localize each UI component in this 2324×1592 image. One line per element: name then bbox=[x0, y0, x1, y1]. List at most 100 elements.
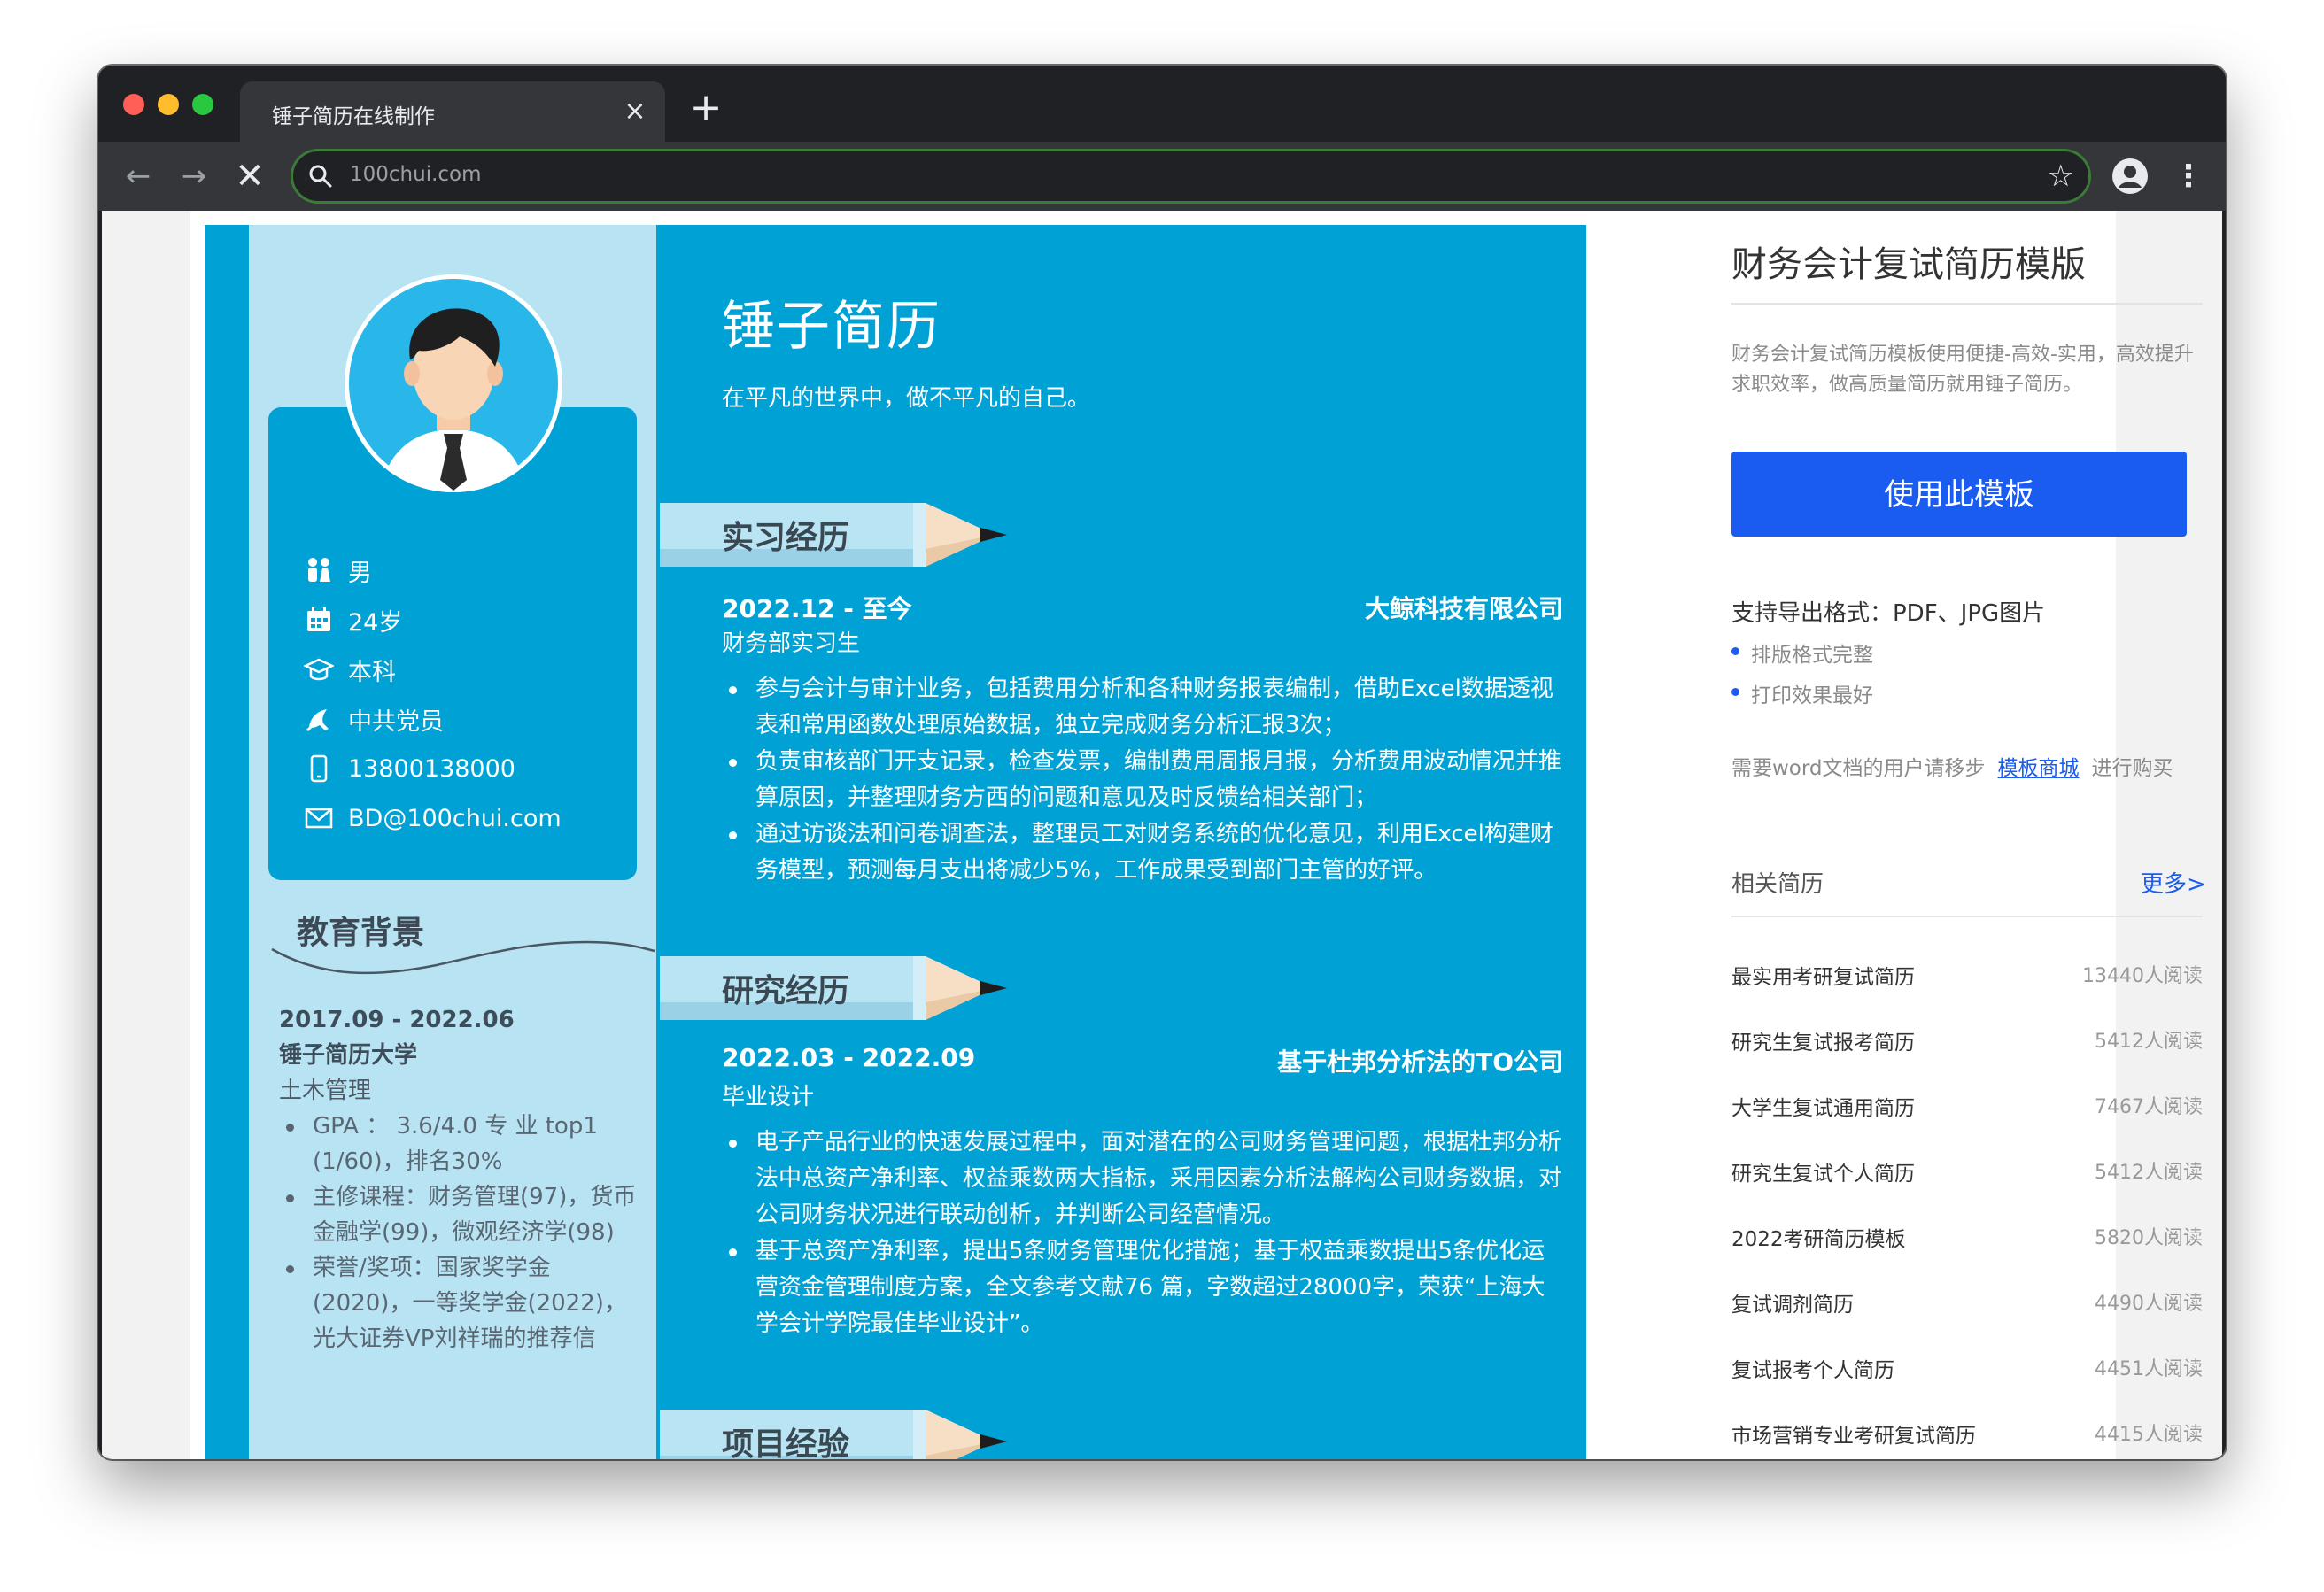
related-count: 5412人阅读 bbox=[2095, 1031, 2203, 1053]
new-tab-button[interactable]: + bbox=[683, 85, 729, 131]
word-note-suffix: 进行购买 bbox=[2091, 757, 2173, 780]
internship-list: 参与会计与审计业务，包括费用分析和各种财务报表编制，借助Excel数据透视表和常… bbox=[722, 671, 1563, 889]
related-name[interactable]: 2022考研简历模板 bbox=[1731, 1222, 1906, 1287]
wave-divider-icon bbox=[271, 940, 655, 975]
page-viewport: 男 24岁 本科 中共党员 13800138000 BD@100chui.com… bbox=[102, 211, 2222, 1459]
party-member-icon bbox=[306, 709, 329, 732]
education-list: GPA ： 3.6/4.0 专 业 top1 (1/60)，排名30% 主修课程… bbox=[279, 1109, 637, 1356]
forward-arrow-icon[interactable]: → bbox=[172, 154, 216, 198]
maximize-window-button[interactable] bbox=[192, 94, 213, 115]
personal-info-list: 男 24岁 本科 中共党员 13800138000 BD@100chui.com bbox=[304, 545, 623, 843]
use-template-button[interactable]: 使用此模板 bbox=[1731, 452, 2187, 537]
template-description: 财务会计复试简历模板使用便捷-高效-实用，高效提升求职效率，做高质量简历就用锤子… bbox=[1731, 344, 2194, 396]
related-count: 13440人阅读 bbox=[2082, 965, 2203, 987]
related-item[interactable]: 最实用考研复试简历 13440人阅读 bbox=[1731, 960, 2203, 1025]
related-item[interactable]: 大学生复试通用简历 7467人阅读 bbox=[1731, 1091, 2203, 1156]
graduation-cap-icon bbox=[304, 658, 334, 681]
related-name[interactable]: 市场营销专业考研复试简历 bbox=[1731, 1418, 1976, 1459]
related-item[interactable]: 研究生复试报考简历 5412人阅读 bbox=[1731, 1025, 2203, 1091]
related-count: 4415人阅读 bbox=[2095, 1424, 2203, 1446]
related-item[interactable]: 2022考研简历模板 5820人阅读 bbox=[1731, 1222, 2203, 1287]
resume-motto: 在平凡的世界中，做不平凡的自己。 bbox=[722, 385, 1091, 412]
word-note: 需要word文档的用户请移步 模板商城 进行购买 bbox=[1731, 751, 2173, 781]
internship-header: 实习经历 bbox=[660, 499, 1032, 570]
education-body: 2017.09 - 2022.06 锤子简历大学 土木管理 GPA ： 3.6/… bbox=[279, 1002, 637, 1356]
related-count: 4490人阅读 bbox=[2095, 1293, 2203, 1315]
education-period: 2017.09 - 2022.06 bbox=[279, 1007, 515, 1033]
internship-title: 实习经历 bbox=[722, 520, 850, 556]
more-link[interactable]: 更多> bbox=[2141, 866, 2206, 899]
research-item: 电子产品行业的快速发展过程中，面对潜在的公司财务管理问题，根据杜邦分析法中总资产… bbox=[722, 1124, 1563, 1233]
template-sidebar: 财务会计复试简历模版 财务会计复试简历模板使用便捷-高效-实用，高效提升求职效率… bbox=[1731, 211, 2206, 1459]
phone-icon bbox=[310, 754, 328, 783]
browser-menu-icon[interactable]: ⋮ bbox=[2171, 154, 2206, 198]
info-party: 中共党员 bbox=[304, 694, 623, 744]
education-item: 主修课程：财务管理(97)，货币金融学(99)，微观经济学(98) bbox=[279, 1179, 637, 1250]
info-email-text: BD@100chui.com bbox=[348, 804, 562, 832]
url-text[interactable]: 100chui.com bbox=[350, 163, 482, 186]
info-phone-text: 13800138000 bbox=[348, 754, 515, 783]
research-role: 毕业设计 bbox=[722, 1084, 815, 1110]
research-company: 基于杜邦分析法的TO公司 bbox=[1277, 1047, 1563, 1077]
resume-name: 锤子简历 bbox=[722, 296, 941, 358]
internship-item: 负责审核部门开支记录，检查发票，编制费用周报月报，分析费用波动情况并推算原因，并… bbox=[722, 744, 1563, 816]
related-name[interactable]: 最实用考研复试简历 bbox=[1731, 960, 1915, 1025]
back-arrow-icon[interactable]: ← bbox=[116, 154, 160, 198]
related-item[interactable]: 市场营销专业考研复试简历 4415人阅读 bbox=[1731, 1418, 2203, 1459]
browser-tab[interactable]: 锤子简历在线制作 × bbox=[240, 81, 665, 142]
related-item[interactable]: 研究生复试个人简历 5412人阅读 bbox=[1731, 1156, 2203, 1222]
bookmark-star-icon[interactable]: ☆ bbox=[2048, 158, 2074, 194]
internship-item: 参与会计与审计业务，包括费用分析和各种财务报表编制，借助Excel数据透视表和常… bbox=[722, 671, 1563, 744]
related-name[interactable]: 大学生复试通用简历 bbox=[1731, 1091, 1915, 1156]
education-item: 荣誉/奖项：国家奖学金(2020)，一等奖学金(2022)，光大证券VP刘祥瑞的… bbox=[279, 1250, 637, 1356]
feature-item: 打印效果最好 bbox=[1731, 678, 1873, 708]
research-entry: 2022.03 - 2022.09 基于杜邦分析法的TO公司 毕业设计 电子产品… bbox=[722, 1043, 1563, 1342]
research-header: 研究经历 bbox=[660, 953, 1032, 1024]
stop-loading-icon[interactable]: ✕ bbox=[228, 154, 272, 198]
education-item: GPA ： 3.6/4.0 专 业 top1 (1/60)，排名30% bbox=[279, 1109, 637, 1179]
related-name[interactable]: 研究生复试报考简历 bbox=[1731, 1025, 1915, 1091]
close-window-button[interactable] bbox=[123, 94, 144, 115]
search-icon bbox=[309, 165, 332, 188]
related-divider bbox=[1731, 916, 2203, 917]
internship-period: 2022.12 - 至今 bbox=[722, 594, 912, 623]
info-degree-text: 本科 bbox=[348, 658, 396, 686]
browser-toolbar: ← → ✕ 100chui.com ☆ ⋮ bbox=[98, 142, 2226, 211]
related-count: 7467人阅读 bbox=[2095, 1096, 2203, 1118]
info-age-text: 24岁 bbox=[348, 608, 403, 637]
left-accent-strip bbox=[205, 225, 245, 1459]
resume-preview: 男 24岁 本科 中共党员 13800138000 BD@100chui.com… bbox=[205, 225, 1586, 1459]
education-major: 土木管理 bbox=[279, 1078, 372, 1104]
info-degree: 本科 bbox=[304, 645, 623, 694]
related-count: 5820人阅读 bbox=[2095, 1227, 2203, 1249]
related-title: 相关简历 bbox=[1731, 871, 1824, 898]
profile-avatar-icon[interactable] bbox=[2111, 158, 2149, 195]
internship-entry: 2022.12 - 至今 大鲸科技有限公司 财务部实习生 参与会计与审计业务，包… bbox=[722, 590, 1563, 889]
tab-close-icon[interactable]: × bbox=[617, 94, 653, 129]
related-count: 5412人阅读 bbox=[2095, 1162, 2203, 1184]
template-mall-link[interactable]: 模板商城 bbox=[1998, 757, 2080, 780]
feature-item: 排版格式完整 bbox=[1731, 638, 1873, 668]
tab-title: 锤子简历在线制作 bbox=[272, 105, 435, 128]
info-gender-text: 男 bbox=[348, 559, 372, 587]
related-item[interactable]: 复试报考个人简历 4451人阅读 bbox=[1731, 1353, 2203, 1418]
info-email: BD@100chui.com bbox=[304, 793, 623, 843]
minimize-window-button[interactable] bbox=[158, 94, 179, 115]
research-item: 基于总资产净利率，提出5条财务管理优化措施；基于权益乘数提出5条优化运营资金管理… bbox=[722, 1233, 1563, 1342]
research-list: 电子产品行业的快速发展过程中，面对潜在的公司财务管理问题，根据杜邦分析法中总资产… bbox=[722, 1124, 1563, 1342]
calendar-icon bbox=[307, 607, 330, 631]
tab-bar: 锤子简历在线制作 × + bbox=[98, 66, 2226, 142]
related-list: 最实用考研复试简历 13440人阅读 研究生复试报考简历 5412人阅读 大学生… bbox=[1731, 960, 2203, 1459]
related-name[interactable]: 研究生复试个人简历 bbox=[1731, 1156, 1915, 1222]
related-name[interactable]: 复试调剂简历 bbox=[1731, 1287, 1854, 1353]
related-item[interactable]: 复试调剂简历 4490人阅读 bbox=[1731, 1287, 2203, 1353]
related-count: 4451人阅读 bbox=[2095, 1358, 2203, 1380]
internship-item: 通过访谈法和问卷调查法，整理员工对财务系统的优化意见，利用Excel构建财务模型… bbox=[722, 816, 1563, 889]
project-title: 项目经验 bbox=[722, 1426, 850, 1459]
avatar-illustration-icon bbox=[349, 279, 558, 492]
address-bar[interactable]: 100chui.com ☆ bbox=[290, 149, 2091, 204]
word-note-prefix: 需要word文档的用户请移步 bbox=[1731, 757, 1986, 780]
template-title: 财务会计复试简历模版 bbox=[1731, 244, 2086, 285]
info-age: 24岁 bbox=[304, 595, 623, 645]
related-name[interactable]: 复试报考个人简历 bbox=[1731, 1353, 1894, 1418]
